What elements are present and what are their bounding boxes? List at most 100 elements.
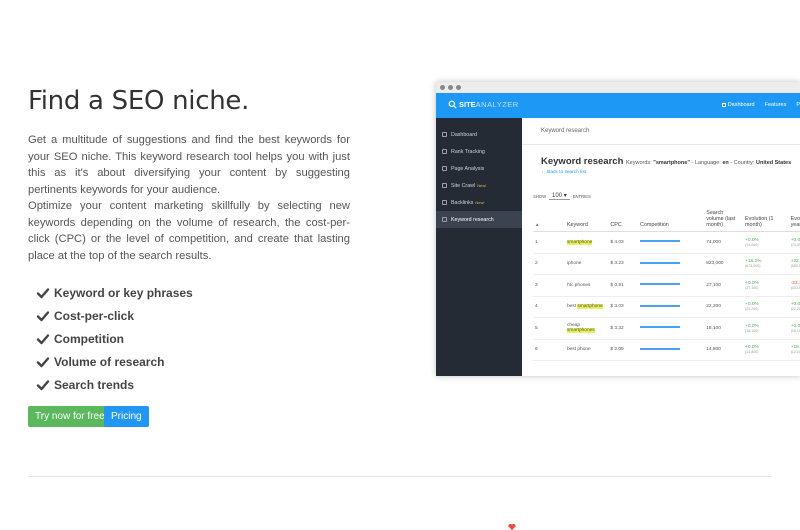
feature-item: Volume of research xyxy=(36,350,193,373)
app-screenshot: SITE ANALYZER Dashboard Features P Dashbo… xyxy=(436,82,800,376)
col-keyword[interactable]: Keyword xyxy=(564,208,609,232)
hero-paragraph-1: Get a multitude of suggestions and find … xyxy=(28,134,350,196)
feature-label: Competition xyxy=(54,331,124,346)
table-row[interactable]: 3 htc phones $ 0.91 27,100 +0.0% (27,100) -22.… xyxy=(533,274,800,297)
checkmark-icon xyxy=(36,333,50,344)
table-row[interactable]: 4 best smartphone $ 3.03 22,200 +0.0% (22,200… xyxy=(533,296,800,318)
cell-keyword: htc phones xyxy=(564,274,609,297)
cell-competition xyxy=(638,296,705,318)
cell-keyword: iphone xyxy=(564,253,609,275)
meta-language-label: - Language: xyxy=(691,160,721,166)
col-evolution-year[interactable]: Evolu (1 year xyxy=(788,208,800,232)
menu-item-icon xyxy=(442,132,447,137)
sidebar-item-dashboard[interactable]: Dashboard xyxy=(436,126,522,143)
cell-rank: 3 xyxy=(533,274,565,297)
nav-dashboard[interactable]: Dashboard xyxy=(721,102,755,108)
meta-country-value: United States xyxy=(756,160,792,166)
window-dot-icon xyxy=(448,85,453,90)
col-cpc[interactable]: CPC xyxy=(608,208,638,232)
cell-rank: 4 xyxy=(533,296,565,318)
cell-volume: 27,100 xyxy=(704,274,744,297)
monitor-icon xyxy=(721,102,726,107)
window-chrome xyxy=(436,82,800,93)
meta-keywords-value: "smartphone" xyxy=(653,160,690,166)
table-row[interactable]: 1 smartphone $ 4.03 74,000 +0.0% (74,000) +0.0… xyxy=(533,231,800,254)
cell-evolution-year: +0.0%(22,200) xyxy=(788,296,800,318)
col-evolution-month[interactable]: Evolution (1 month) xyxy=(743,208,789,232)
entries-select[interactable]: 100 ▾ xyxy=(549,192,570,200)
hero-paragraph-2: Optimize your content marketing skillful… xyxy=(28,200,350,262)
cell-rank: 2 xyxy=(533,253,565,275)
entries-select-value: 100 xyxy=(552,193,563,199)
menu-item-icon xyxy=(442,166,447,171)
sidebar-item-label: Backlinks xyxy=(451,199,474,206)
cell-volume: 74,000 xyxy=(704,231,744,254)
col-rank[interactable]: ▲ xyxy=(533,208,565,232)
cell-keyword: best smartphone xyxy=(564,296,609,318)
cell-volume: 823,000 xyxy=(704,253,744,275)
new-badge: New! xyxy=(475,200,485,205)
cell-evolution-year: +22.2%(550,000) xyxy=(788,253,800,275)
sidebar-item-keyword-research[interactable]: Keyword research xyxy=(436,211,522,228)
app-nav: Dashboard Features P xyxy=(721,102,800,108)
cell-competition xyxy=(638,339,705,361)
feature-label: Volume of research xyxy=(54,354,165,369)
entries-label: ENTRIES xyxy=(572,193,591,199)
section-divider xyxy=(28,476,772,477)
feature-label: Cost-per-click xyxy=(54,308,135,323)
col-competition[interactable]: Competition xyxy=(638,208,705,232)
competition-bar xyxy=(640,283,680,286)
sidebar-item-backlinks[interactable]: Backlinks New! xyxy=(436,194,522,211)
pricing-button[interactable]: Pricing xyxy=(104,406,149,427)
back-to-search-link[interactable]: ← Back to search list xyxy=(541,170,586,175)
sidebar-item-rank-tracking[interactable]: Rank Tracking xyxy=(436,143,522,160)
cell-cpc: $ 3.03 xyxy=(608,296,638,318)
cell-cpc: $ 0.91 xyxy=(608,274,638,297)
table-row[interactable]: 5 cheap smartphones $ 3.32 18,100 +0.0% (18,1… xyxy=(533,317,800,340)
nav-pricing[interactable]: P xyxy=(796,102,800,108)
cell-competition xyxy=(638,253,705,275)
table-header-row: ▲ Keyword CPC Competition Search volume … xyxy=(533,208,800,232)
app-main: Keyword research Keyword research Keywor… xyxy=(522,118,800,376)
window-dot-icon xyxy=(456,85,461,90)
feature-label: Keyword or key phrases xyxy=(54,285,193,300)
cell-evolution-year: +18.2%(12,100) xyxy=(788,339,800,361)
col-search-volume[interactable]: Search volume (last month) xyxy=(704,208,744,232)
magnifier-logo-icon xyxy=(448,100,457,109)
cell-evolution-month: +18.2% (673,000) xyxy=(743,253,789,275)
cell-rank: 5 xyxy=(533,317,565,340)
cell-keyword: cheap smartphones xyxy=(564,317,609,340)
chevron-down-icon: ▾ xyxy=(563,193,567,199)
sidebar-item-label: Site Crawl xyxy=(451,182,476,189)
feature-list: Keyword or key phrases Cost-per-click Comp… xyxy=(36,281,193,396)
meta-country-label: - Country: xyxy=(730,160,755,166)
nav-features[interactable]: Features xyxy=(765,102,787,108)
meta-keywords-label: Keywords: xyxy=(626,160,652,166)
checkmark-icon xyxy=(36,287,50,298)
sidebar-item-site-crawl[interactable]: Site Crawl New! xyxy=(436,177,522,194)
cell-cpc: $ 2.09 xyxy=(608,339,638,361)
sort-icon: ▲ xyxy=(535,222,540,227)
checkmark-icon xyxy=(36,310,50,321)
try-free-button[interactable]: Try now for free! xyxy=(28,406,115,427)
cell-rank: 1 xyxy=(533,231,565,254)
cell-evolution-month: +0.0% (22,200) xyxy=(743,296,789,318)
menu-item-icon xyxy=(442,149,447,154)
table-row[interactable]: 2iphone$ 3.23 823,000+18.2%(673,000)+22.2… xyxy=(533,253,800,275)
competition-bar xyxy=(640,261,680,264)
cell-cpc: $ 3.32 xyxy=(608,317,638,340)
sidebar-item-page-analysis[interactable]: Page Analysis xyxy=(436,160,522,177)
cell-volume: 18,100 xyxy=(704,317,744,340)
cell-competition xyxy=(638,317,705,340)
cell-volume: 22,200 xyxy=(704,296,744,318)
show-label: SHOW xyxy=(533,193,547,199)
cell-keyword: best phone xyxy=(564,339,609,361)
checkmark-icon xyxy=(36,379,50,390)
table-row[interactable]: 6best phone$ 2.09 14,800+0.0%(14,800)+18.… xyxy=(533,339,800,361)
competition-bar xyxy=(640,240,680,243)
window-dot-icon xyxy=(440,85,445,90)
cell-evolution-month: +0.0% (74,000) xyxy=(743,231,789,254)
menu-item-icon xyxy=(442,200,447,205)
menu-item-icon xyxy=(442,183,447,188)
cell-evolution-year: +0.0%(18,100) xyxy=(788,317,800,340)
